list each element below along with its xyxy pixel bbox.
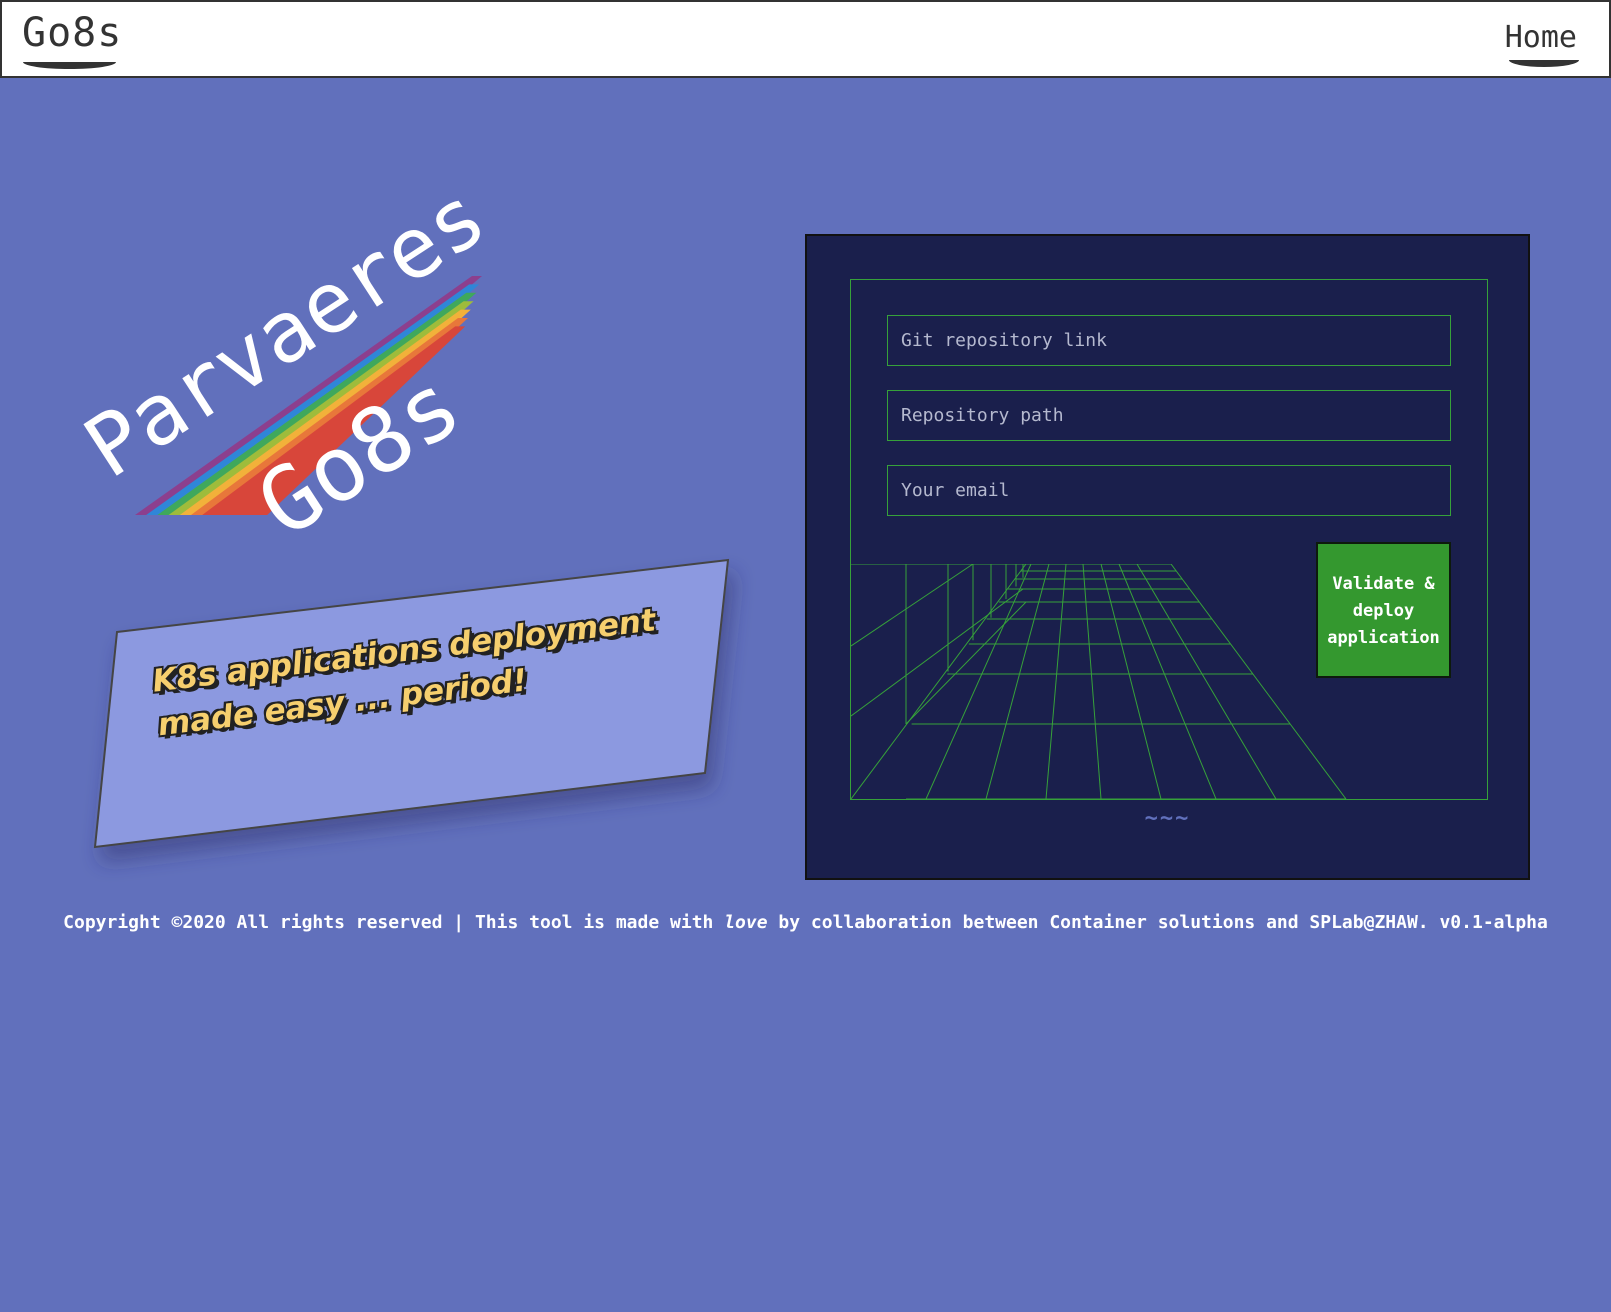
grid-line [1082, 564, 1102, 799]
grid-line [1136, 564, 1277, 799]
grid-line [851, 564, 974, 647]
brand-underline [23, 62, 116, 69]
grid-line [851, 564, 1027, 799]
navbar: Go8s Home [0, 0, 1611, 78]
parvaeres-logo: Parvaeres Go8s [68, 167, 503, 559]
footer: Copyright ©2020 All rights reserved | Th… [0, 912, 1611, 933]
grid-line [985, 564, 1050, 799]
email-input[interactable] [887, 465, 1451, 516]
footer-text-end: by collaboration between Container solut… [767, 912, 1548, 933]
grid-line [1045, 564, 1067, 799]
validate-deploy-button[interactable]: Validate & deploy application [1316, 542, 1451, 678]
footer-text-start: Copyright ©2020 All rights reserved | Th… [63, 912, 725, 933]
footer-love: love [724, 912, 768, 933]
home-link-underline [1509, 60, 1579, 67]
grid-line [1100, 564, 1162, 799]
grid-line [1118, 564, 1217, 799]
home-link[interactable]: Home [1505, 20, 1577, 55]
deploy-form-panel: Validate & deploy application ~~~ [805, 234, 1530, 880]
git-repository-input[interactable] [887, 315, 1451, 366]
repository-path-input[interactable] [887, 390, 1451, 441]
grid-line [851, 588, 1024, 717]
grid-line [905, 601, 1027, 725]
brand-logo[interactable]: Go8s [22, 10, 122, 56]
grid-line [925, 564, 1032, 799]
tilde-decoration: ~~~ [1144, 806, 1191, 831]
